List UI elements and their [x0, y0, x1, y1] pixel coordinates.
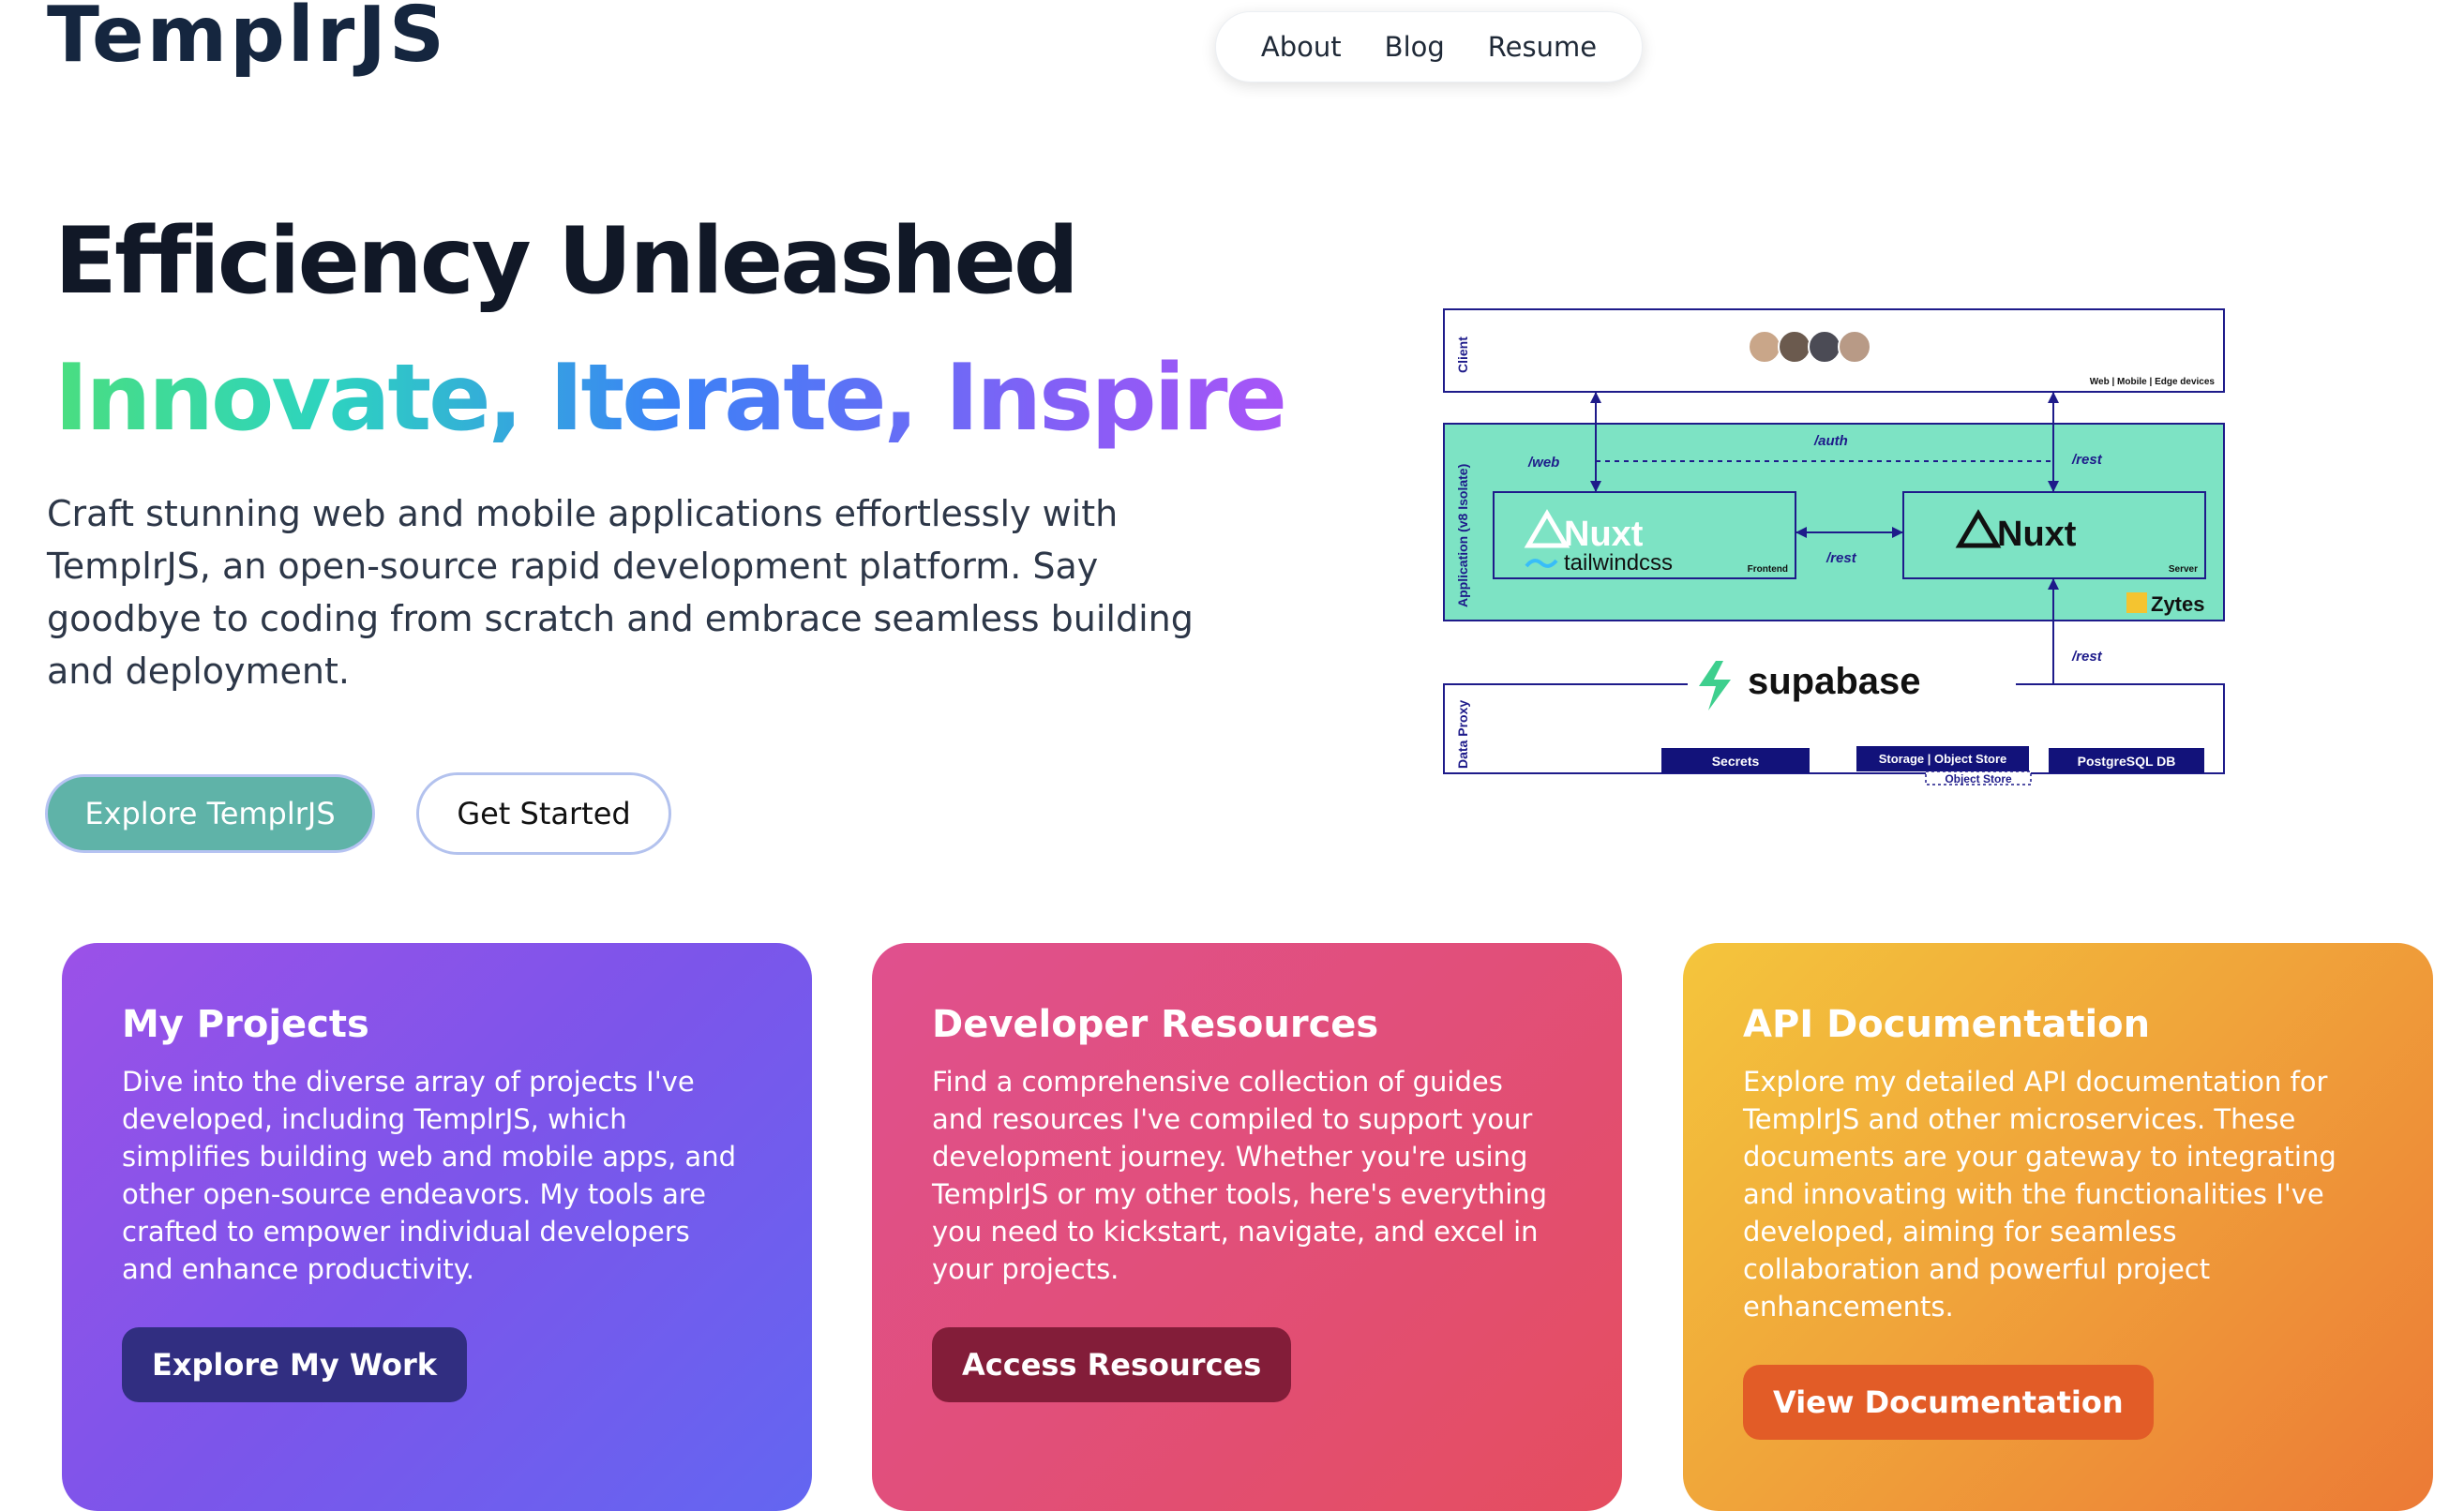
client-label: Client: [1455, 337, 1470, 373]
storage-label: Storage | Object Store: [1879, 752, 2007, 766]
frontend-brand: Nuxt: [1564, 515, 1644, 554]
route-rest-low: /rest: [2071, 649, 2103, 665]
hero-subtitle: Innovate, Iterate, Inspire: [54, 345, 1287, 452]
hero-title: Efficiency Unleashed: [54, 208, 1079, 315]
application-box: [1443, 423, 2225, 621]
site-logo[interactable]: TemplrJS: [47, 0, 447, 80]
frontend-css: tailwindcss: [1564, 550, 1673, 576]
devices-label: Web | Mobile | Edge devices: [2090, 377, 2216, 387]
nav-about[interactable]: About: [1261, 31, 1342, 63]
card-title: My Projects: [122, 1003, 369, 1046]
frontend-label: Frontend: [1748, 564, 1788, 575]
application-label: Application (v8 Isolate): [1455, 464, 1470, 607]
view-documentation-button[interactable]: View Documentation: [1743, 1365, 2154, 1440]
architecture-diagram: Client Web | Mobile | Edge devices Appli…: [1443, 308, 2225, 785]
explore-my-work-button[interactable]: Explore My Work: [122, 1327, 468, 1402]
get-started-button[interactable]: Get Started: [416, 772, 671, 855]
card-developer-resources: Developer Resources Find a comprehensive…: [872, 943, 1622, 1511]
route-rest-top: /rest: [2071, 452, 2103, 468]
route-auth: /auth: [1813, 433, 1848, 449]
card-body: Dive into the diverse array of projects …: [122, 1066, 736, 1285]
card-title: Developer Resources: [932, 1003, 1379, 1046]
card-body: Explore my detailed API documentation fo…: [1743, 1066, 2336, 1323]
zytes-label: Zytes: [2151, 592, 2204, 616]
nav-resume[interactable]: Resume: [1488, 31, 1597, 63]
card-my-projects: My Projects Dive into the diverse array …: [62, 943, 812, 1511]
card-api-documentation: API Documentation Explore my detailed AP…: [1683, 943, 2433, 1511]
route-rest-mid: /rest: [1825, 550, 1857, 566]
card-body: Find a comprehensive collection of guide…: [932, 1066, 1548, 1285]
explore-templrjs-button[interactable]: Explore TemplrJS: [45, 774, 375, 853]
data-proxy-label: Data Proxy: [1455, 700, 1470, 769]
hero-description: Craft stunning web and mobile applicatio…: [47, 493, 1194, 692]
supabase-label: supabase: [1748, 661, 1921, 702]
route-web: /web: [1527, 455, 1559, 471]
access-resources-button[interactable]: Access Resources: [932, 1327, 1292, 1402]
nav-blog[interactable]: Blog: [1385, 31, 1445, 63]
server-brand: Nuxt: [1997, 515, 2077, 554]
postgres-label: PostgreSQL DB: [2078, 754, 2176, 769]
top-nav: About Blog Resume: [1215, 11, 1643, 82]
secrets-label: Secrets: [1712, 754, 1760, 769]
object-store-label: Object Store: [1945, 772, 2012, 785]
server-label: Server: [2169, 564, 2198, 575]
zytes-icon: [2126, 592, 2147, 613]
card-title: API Documentation: [1743, 1003, 2151, 1046]
